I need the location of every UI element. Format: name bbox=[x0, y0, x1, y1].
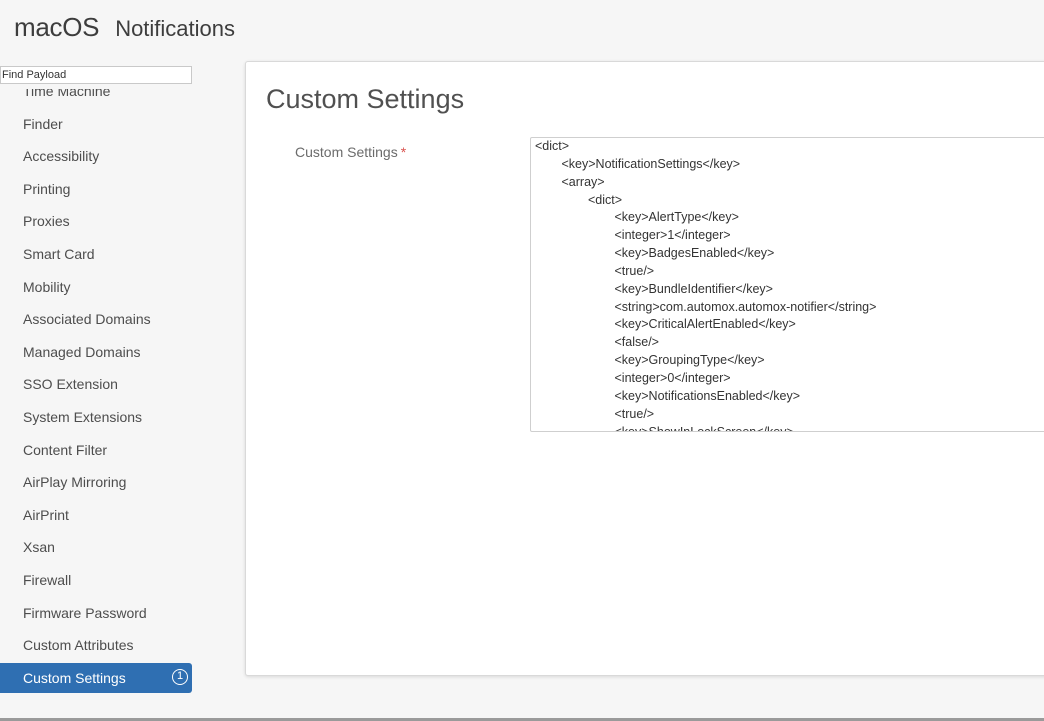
code-line: <dict> bbox=[588, 192, 623, 207]
payload-list: Time Machine Finder Accessibility Printing P… bbox=[0, 89, 192, 693]
sidebar-item-custom-attributes[interactable]: Custom Attributes bbox=[0, 629, 192, 662]
sidebar-item-time-machine[interactable]: Time Machine bbox=[0, 89, 192, 108]
sidebar-item-label: Custom Settings bbox=[23, 669, 126, 686]
sidebar-item-firewall[interactable]: Firewall bbox=[0, 564, 192, 597]
custom-settings-textarea[interactable]: <dict> <key>NotificationSettings</key> <ar… bbox=[530, 137, 1044, 432]
sidebar-item-proxies[interactable]: Proxies bbox=[0, 205, 192, 238]
code-line: <key>NotificationsEnabled</key> bbox=[614, 388, 801, 403]
code-line: <key>ShowInLockScreen</key> bbox=[614, 424, 794, 432]
code-line: <true/> bbox=[614, 406, 655, 421]
sidebar-item-smart-card[interactable]: Smart Card bbox=[0, 238, 192, 271]
code-line: <array> bbox=[561, 174, 605, 189]
custom-settings-field-label: Custom Settings * bbox=[295, 144, 406, 160]
count-badge: 1 bbox=[172, 668, 188, 685]
code-line: <integer>0</integer> bbox=[614, 370, 731, 385]
code-line: <key>CriticalAlertEnabled</key> bbox=[614, 317, 796, 332]
header: macOS Notifications bbox=[14, 12, 235, 43]
settings-panel: Custom Settings Custom Settings * <dict> <… bbox=[245, 61, 1044, 676]
sidebar-item-content-filter[interactable]: Content Filter bbox=[0, 434, 192, 467]
sidebar-item-mobility[interactable]: Mobility bbox=[0, 271, 192, 304]
field-label-text: Custom Settings bbox=[295, 144, 398, 160]
sidebar-item-xsan[interactable]: Xsan bbox=[0, 531, 192, 564]
code-line: <key>NotificationSettings</key> bbox=[561, 156, 741, 171]
code-line: <true/> bbox=[614, 263, 655, 278]
code-line: <integer>1</integer> bbox=[614, 228, 731, 243]
sidebar-item-airplay-mirroring[interactable]: AirPlay Mirroring bbox=[0, 466, 192, 499]
code-line: <false/> bbox=[614, 335, 659, 350]
code-line: <string>com.automox.automox-notifier</st… bbox=[614, 299, 877, 314]
panel-title: Custom Settings bbox=[266, 84, 465, 114]
sidebar-item-sso-extension[interactable]: SSO Extension bbox=[0, 368, 192, 401]
code-line: <key>BundleIdentifier</key> bbox=[614, 281, 773, 296]
sidebar-item-firmware-password[interactable]: Firmware Password bbox=[0, 597, 192, 630]
sidebar-item-managed-domains[interactable]: Managed Domains bbox=[0, 336, 192, 369]
required-marker: * bbox=[400, 144, 407, 160]
sidebar-item-system-extensions[interactable]: System Extensions bbox=[0, 401, 192, 434]
code-line: <key>AlertType</key> bbox=[614, 210, 739, 225]
code-line: <dict> bbox=[535, 139, 570, 153]
sidebar-item-custom-settings[interactable]: Custom Settings 1 bbox=[0, 662, 192, 693]
sidebar-item-accessibility[interactable]: Accessibility bbox=[0, 140, 192, 173]
page-title: Notifications bbox=[115, 16, 236, 41]
sidebar-item-associated-domains[interactable]: Associated Domains bbox=[0, 303, 192, 336]
payload-sidebar: Time Machine Finder Accessibility Printing P… bbox=[0, 89, 192, 721]
payload-search-input[interactable] bbox=[0, 66, 192, 84]
sidebar-item-printing[interactable]: Printing bbox=[0, 173, 192, 206]
code-line: <key>GroupingType</key> bbox=[614, 353, 765, 368]
sidebar-item-finder[interactable]: Finder bbox=[0, 108, 192, 141]
sidebar-item-airprint[interactable]: AirPrint bbox=[0, 499, 192, 532]
os-title: macOS bbox=[14, 12, 100, 42]
code-line: <key>BadgesEnabled</key> bbox=[614, 246, 775, 261]
